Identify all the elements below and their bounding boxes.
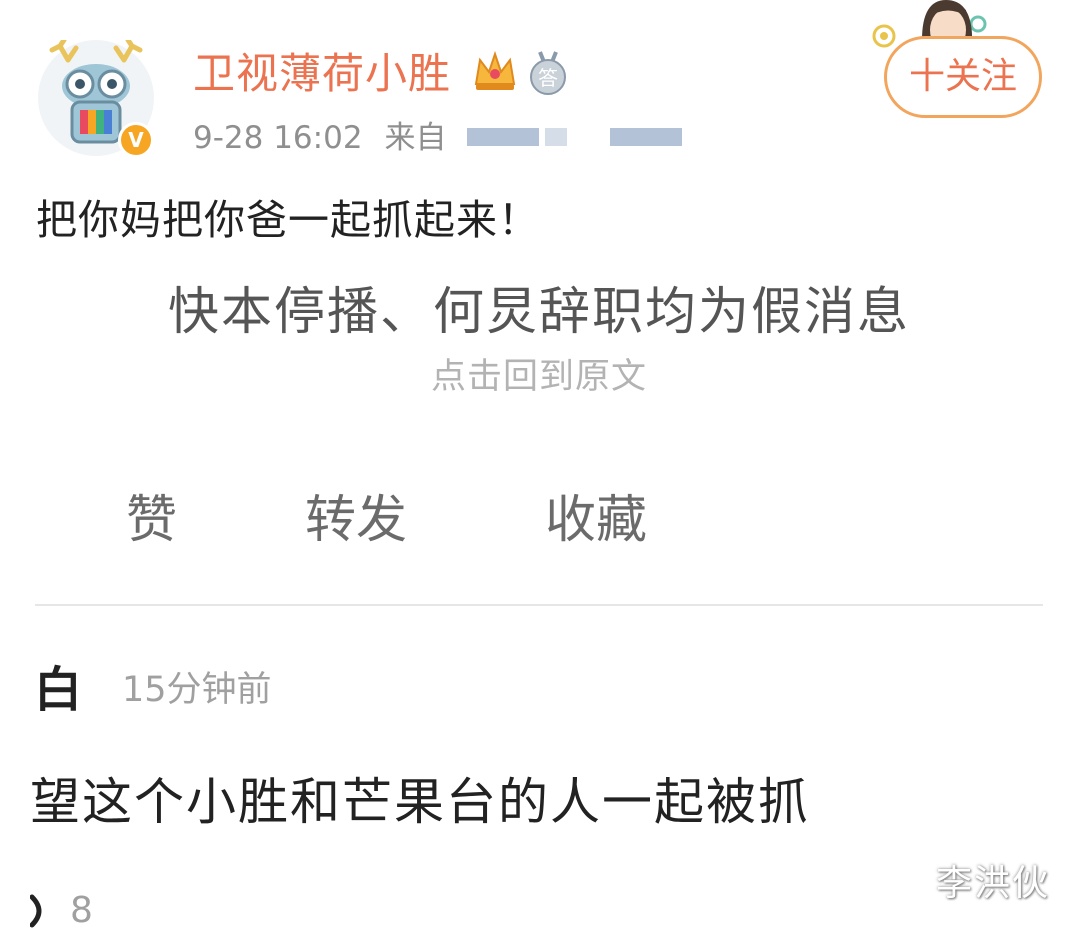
like-icon[interactable]: [30, 893, 48, 929]
like-button[interactable]: 赞: [126, 488, 177, 554]
follow-button[interactable]: 十关注: [884, 36, 1042, 118]
comment-author[interactable]: 白: [34, 658, 82, 722]
post-source-label: 来自: [384, 120, 447, 156]
weibo-post-screen: V 卫视薄荷小胜 答 9-28 16:02 来自 十关注 把你妈把你爸一起抓起来！…: [0, 0, 1078, 931]
watermark: 李洪伙: [936, 863, 1051, 904]
medal-icon: 答: [530, 51, 566, 95]
back-to-original-link[interactable]: 点击回到原文: [0, 352, 1078, 402]
crown-icon: [474, 50, 516, 90]
author-name[interactable]: 卫视薄荷小胜: [193, 46, 451, 102]
comment-time: 15分钟前: [122, 670, 272, 710]
verified-icon: V: [118, 122, 154, 158]
blurred-source-2: [610, 128, 682, 146]
blurred-source-fade: [545, 128, 567, 146]
divider: [35, 604, 1043, 606]
quoted-title[interactable]: 快本停播、何炅辞职均为假消息: [0, 278, 1078, 348]
repost-button[interactable]: 转发: [305, 488, 407, 554]
comment-text: 望这个小胜和芒果台的人一起被抓: [30, 773, 810, 831]
post-meta: 9-28 16:02 来自: [193, 116, 447, 160]
post-timestamp: 9-28 16:02: [193, 120, 363, 156]
post-text: 把你妈把你爸一起抓起来！: [36, 196, 540, 244]
blurred-source: [467, 128, 539, 146]
comment-like-count: 8: [70, 890, 93, 931]
medal-char: 答: [538, 66, 558, 90]
favorite-button[interactable]: 收藏: [545, 488, 647, 554]
